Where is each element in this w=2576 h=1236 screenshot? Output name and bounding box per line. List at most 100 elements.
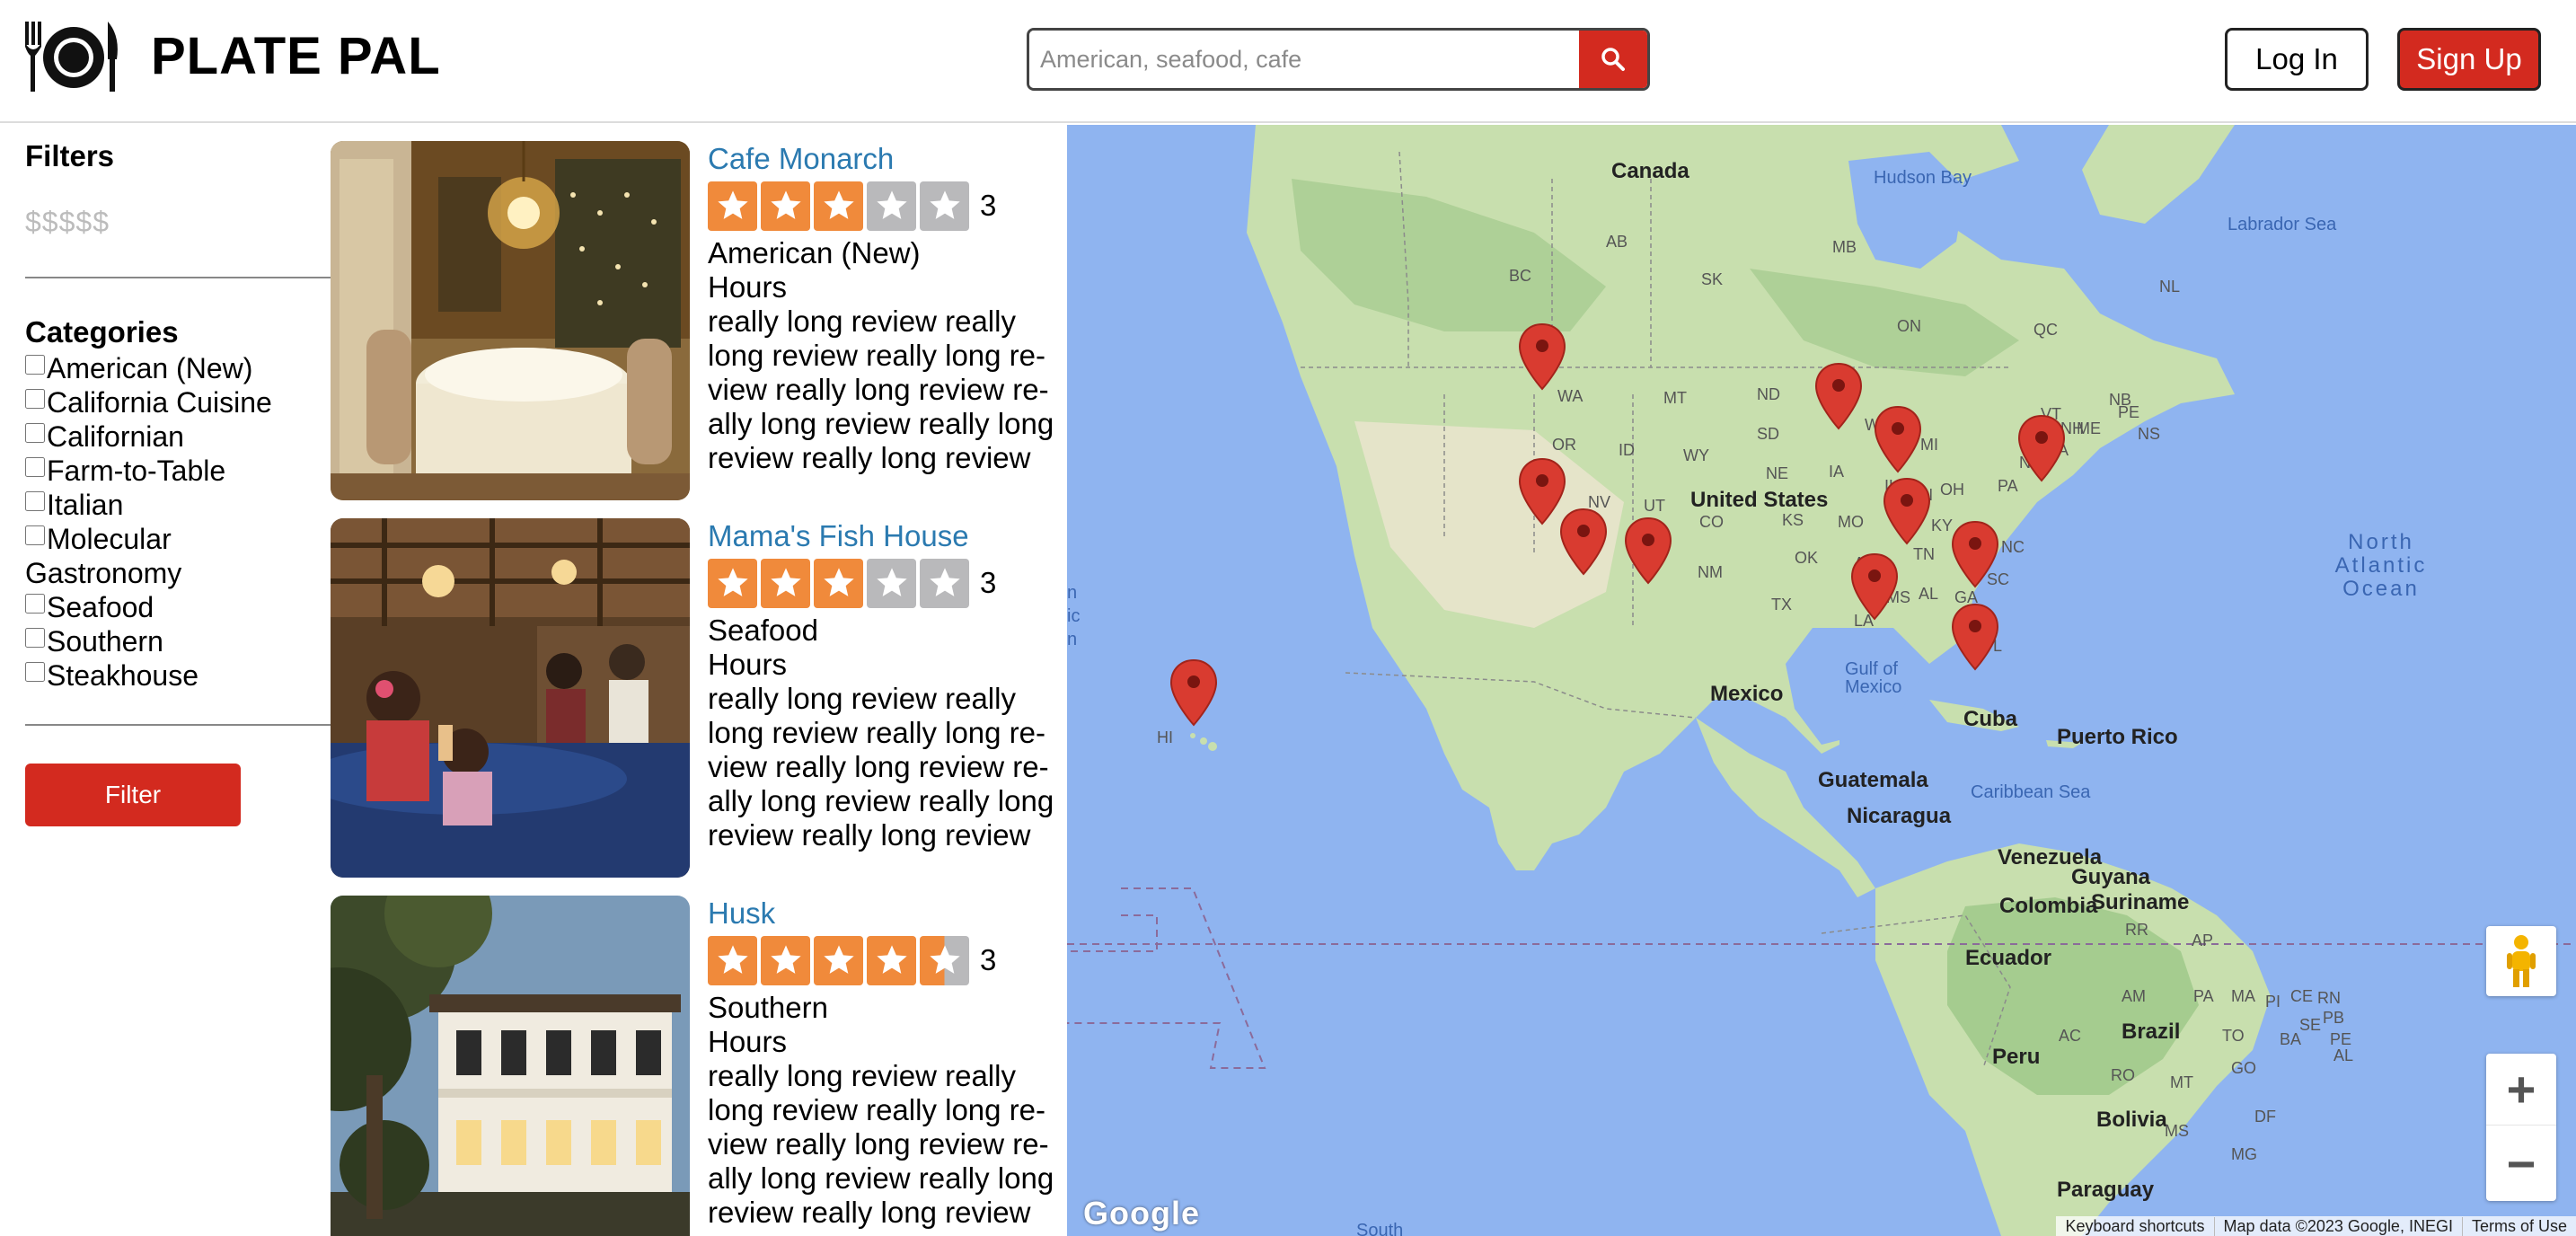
restaurant-hours[interactable]: Hours — [708, 270, 1067, 305]
restaurant-hours[interactable]: Hours — [708, 648, 1067, 682]
category-label: Californian — [47, 420, 184, 453]
star-icon — [814, 558, 863, 608]
map-label-state: PA — [1998, 477, 2018, 495]
map-label-puerto-rico: Puerto Rico — [2057, 725, 2178, 749]
map-label-state: NL — [2159, 278, 2181, 296]
zoom-in-button[interactable]: + — [2486, 1054, 2556, 1126]
app-header: PLATE PAL Log In Sign Up — [0, 0, 2576, 123]
category-item: California Cuisine — [25, 385, 322, 419]
map-label-state: BC — [1509, 267, 1532, 285]
map-label-labrador-sea: Labrador Sea — [2228, 215, 2337, 234]
map-pin-marker[interactable] — [1951, 603, 1999, 671]
restaurant-name-link[interactable]: Husk — [708, 896, 1067, 931]
map-label-south: South — [1356, 1221, 1404, 1236]
category-checkbox[interactable] — [25, 355, 45, 375]
restaurant-info: Cafe Monarch 3 American (New) Hours real… — [708, 141, 1067, 475]
zoom-out-button[interactable]: − — [2486, 1127, 2556, 1199]
category-checkbox[interactable] — [25, 662, 45, 682]
map-attribution: Keyboard shortcuts Map data ©2023 Google… — [2056, 1216, 2576, 1236]
map-pin-marker[interactable] — [2017, 414, 2066, 482]
star-icon — [920, 935, 969, 985]
map-pin-marker[interactable] — [1850, 552, 1899, 621]
map-label-state: OR — [1552, 436, 1576, 454]
category-checkbox[interactable] — [25, 491, 45, 511]
map-label-state: AL — [2333, 1046, 2354, 1064]
street-view-pegman-icon[interactable] — [2486, 926, 2556, 996]
restaurant-photo[interactable] — [331, 141, 690, 500]
google-logo[interactable]: Google — [1083, 1195, 1200, 1232]
map-pin-marker[interactable] — [1883, 477, 1931, 545]
map-label-hawaii: HI — [1157, 728, 1173, 746]
map-label-peru: Peru — [1992, 1045, 2041, 1069]
map-label-hudson-bay: Hudson Bay — [1874, 168, 1972, 188]
map-label-state: SE — [2299, 1016, 2322, 1034]
map-label-suriname: Suriname — [2091, 890, 2190, 914]
keyboard-shortcuts-link[interactable]: Keyboard shortcuts — [2056, 1217, 2213, 1236]
map-label-state: MG — [2231, 1145, 2257, 1163]
restaurant-map[interactable]: Canada Hudson Bay Labrador Sea United St… — [1067, 125, 2576, 1236]
map-pin-marker[interactable] — [1624, 516, 1672, 585]
map-label-state: IA — [1829, 463, 1845, 481]
search-input[interactable] — [1029, 31, 1579, 88]
star-icon — [708, 181, 757, 231]
star-icon — [867, 181, 916, 231]
map-label-paraguay: Paraguay — [2057, 1178, 2155, 1202]
map-label-state: MT — [2170, 1073, 2193, 1091]
category-label: Farm-to-Table — [47, 455, 226, 487]
restaurant-hours[interactable]: Hours — [708, 1025, 1067, 1059]
map-pin-marker[interactable] — [1559, 508, 1608, 576]
restaurant-card[interactable]: Husk 3 Southern Hours really long review… — [331, 879, 1067, 1236]
map-label-state: NM — [1698, 563, 1723, 581]
restaurant-name-link[interactable]: Mama's Fish House — [708, 518, 1067, 554]
category-checkbox[interactable] — [25, 423, 45, 443]
map-label-state: MI — [1920, 436, 1938, 454]
terms-of-use-link[interactable]: Terms of Use — [2461, 1216, 2576, 1236]
map-label-state: RO — [2111, 1066, 2135, 1084]
map-pin-marker[interactable] — [1169, 658, 1218, 727]
category-checkbox[interactable] — [25, 525, 45, 545]
map-pin-marker[interactable] — [1814, 362, 1863, 430]
restaurant-info: Mama's Fish House 3 Seafood Hours really… — [708, 518, 1067, 852]
signup-button[interactable]: Sign Up — [2397, 28, 2541, 91]
divider — [25, 277, 331, 278]
login-button[interactable]: Log In — [2225, 28, 2369, 91]
category-checkbox[interactable] — [25, 628, 45, 648]
map-label-state: QC — [2033, 321, 2058, 339]
category-checkbox[interactable] — [25, 594, 45, 614]
map-label-united-states: United States — [1690, 488, 1829, 512]
restaurant-card[interactable]: Cafe Monarch 3 American (New) Hours real… — [331, 125, 1067, 500]
search-icon — [1601, 48, 1625, 71]
map-label-state: UT — [1644, 497, 1665, 515]
map-label-state: MB — [1832, 238, 1857, 256]
category-checkbox[interactable] — [25, 457, 45, 477]
restaurant-card[interactable]: Mama's Fish House 3 Seafood Hours really… — [331, 502, 1067, 878]
restaurant-photo[interactable] — [331, 518, 690, 878]
map-pin-marker[interactable] — [1874, 405, 1922, 473]
restaurant-name-link[interactable]: Cafe Monarch — [708, 141, 1067, 177]
search-button[interactable] — [1579, 31, 1647, 88]
map-pin-marker[interactable] — [1951, 520, 1999, 588]
star-icon — [920, 181, 969, 231]
star-rating: 3 — [708, 935, 1067, 985]
map-label-state: RR — [2125, 921, 2148, 939]
map-label-state: PB — [2323, 1009, 2345, 1027]
map-basemap[interactable] — [1067, 125, 2576, 1236]
restaurant-review: really long review really long review re… — [708, 682, 1054, 852]
price-filter[interactable]: $$$$$ — [25, 206, 110, 239]
map-label-state: CE — [2290, 987, 2314, 1005]
category-label: American (New) — [47, 352, 253, 384]
filter-button[interactable]: Filter — [25, 764, 241, 826]
map-label-state: MO — [1838, 513, 1864, 531]
map-label-state: PE — [2118, 403, 2140, 421]
map-label-gulf-of-mexico: Gulf of Mexico — [1845, 659, 1902, 697]
map-label-state: TN — [1913, 545, 1935, 563]
category-label: Steakhouse — [47, 659, 199, 692]
category-item: Farm-to-Table — [25, 454, 322, 488]
plate-logo-icon[interactable] — [23, 18, 122, 93]
map-pin-marker[interactable] — [1518, 322, 1566, 391]
restaurant-photo[interactable] — [331, 896, 690, 1236]
map-label-state: NS — [2138, 425, 2161, 443]
category-checkbox[interactable] — [25, 389, 45, 409]
brand-name[interactable]: PLATE PAL — [151, 25, 441, 88]
category-item: Italian — [25, 488, 322, 522]
